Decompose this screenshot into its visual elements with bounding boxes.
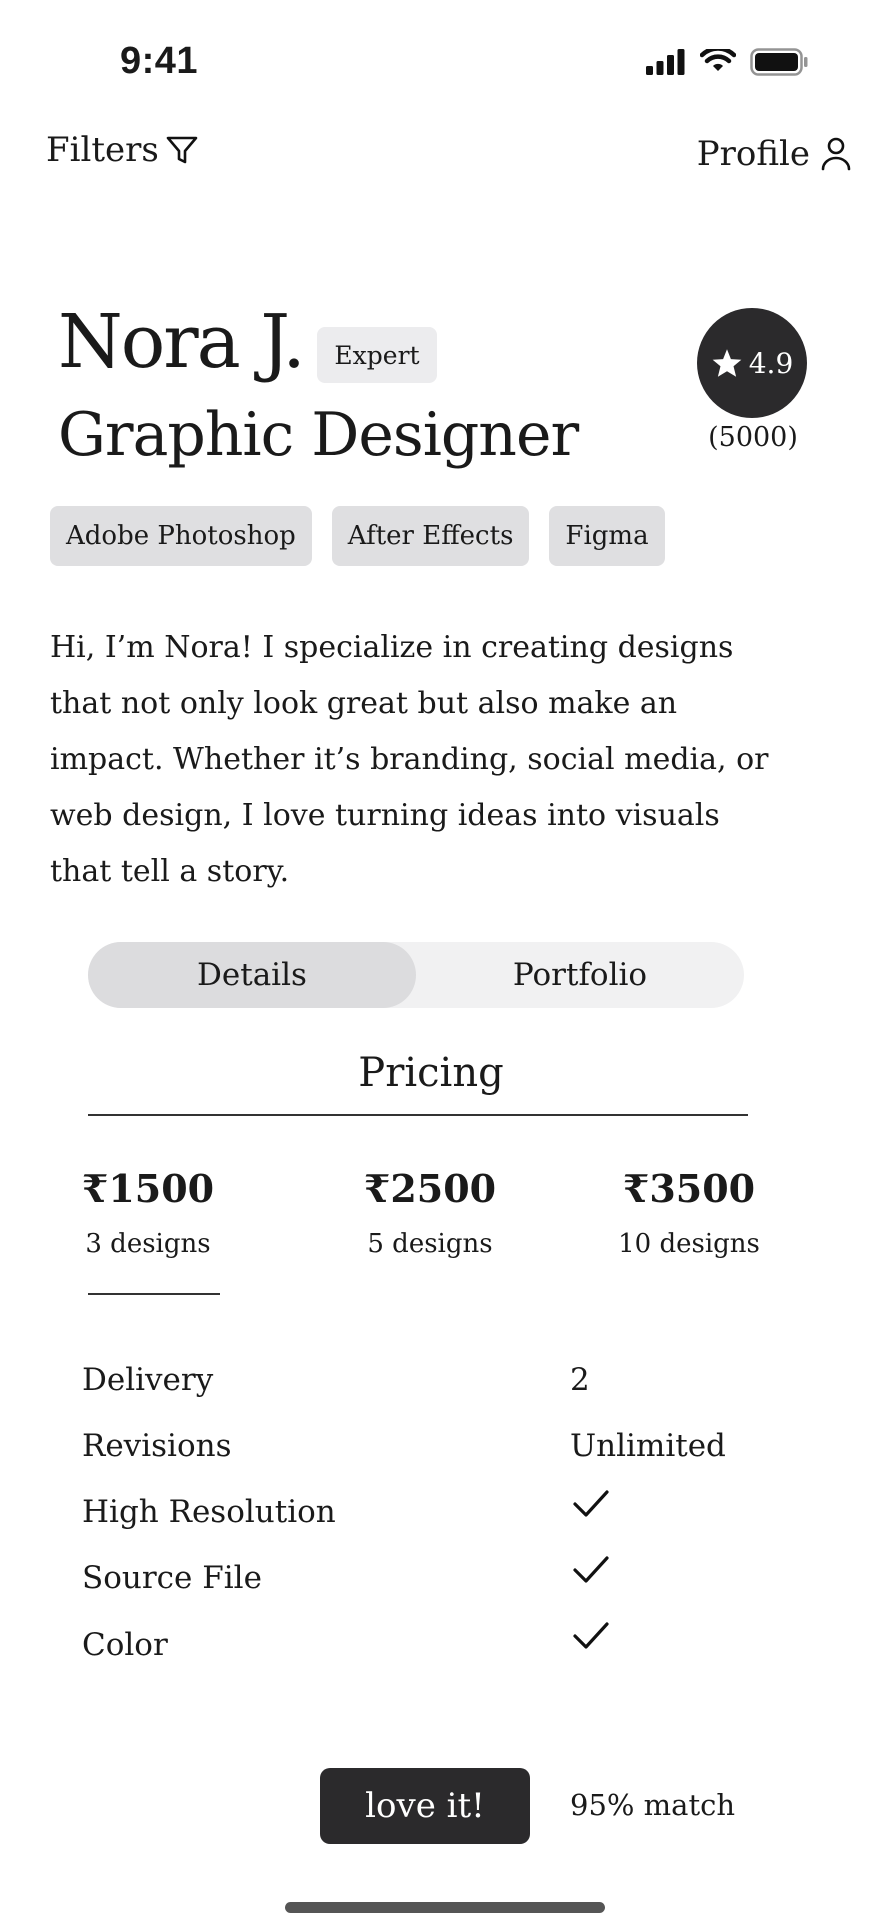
feature-label: High Resolution <box>82 1494 336 1530</box>
skill-chip: After Effects <box>331 506 530 566</box>
feature-label: Delivery <box>82 1362 214 1398</box>
tier-price: ₹3500 <box>622 1166 756 1211</box>
tab-switcher: Details Portfolio <box>88 942 744 1008</box>
rating-count: (5000) <box>708 422 798 453</box>
rating-value: 4.9 <box>748 346 794 380</box>
cellular-signal-icon <box>646 49 685 75</box>
home-indicator[interactable] <box>285 1902 605 1913</box>
feature-label: Color <box>82 1627 168 1663</box>
skills-list: Adobe Photoshop After Effects Figma <box>50 506 665 566</box>
match-percentage: 95% match <box>570 1788 736 1822</box>
filters-button[interactable]: Filters <box>46 130 199 170</box>
pricing-tier-3[interactable]: ₹3500 10 designs <box>609 1166 769 1259</box>
check-icon <box>573 1490 609 1517</box>
battery-icon <box>750 48 808 76</box>
tier-count: 10 designs <box>618 1229 760 1259</box>
skill-chip: Figma <box>549 506 665 566</box>
tier-count: 5 designs <box>367 1229 493 1259</box>
pricing-divider <box>88 1114 748 1116</box>
love-it-button[interactable]: love it! <box>320 1768 530 1844</box>
status-time: 9:41 <box>120 40 199 82</box>
status-icons <box>646 48 808 76</box>
check-icon <box>573 1556 609 1583</box>
filter-icon <box>166 136 198 164</box>
designer-name: Nora J. <box>58 299 306 385</box>
pricing-heading: Pricing <box>358 1050 504 1096</box>
bio-text: Hi, I’m Nora! I specialize in creating d… <box>50 630 769 889</box>
designer-title: Graphic Designer <box>58 400 579 470</box>
feature-value: 2 <box>570 1362 590 1398</box>
pricing-tier-2[interactable]: ₹2500 5 designs <box>350 1166 510 1259</box>
tier-price: ₹1500 <box>81 1166 215 1211</box>
tab-details[interactable]: Details <box>88 942 416 1008</box>
profile-label: Profile <box>696 134 810 174</box>
profile-button[interactable]: Profile <box>697 134 852 174</box>
skill-chip: Adobe Photoshop <box>50 506 312 566</box>
feature-value: Unlimited <box>570 1428 726 1464</box>
user-icon <box>821 137 851 171</box>
feature-label: Source File <box>82 1560 262 1596</box>
tab-portfolio[interactable]: Portfolio <box>416 942 744 1008</box>
star-icon <box>712 349 742 377</box>
check-icon <box>573 1622 609 1649</box>
level-badge: Expert <box>317 327 437 383</box>
tier-count: 3 designs <box>85 1229 211 1259</box>
selected-tier-indicator <box>88 1293 220 1295</box>
feature-label: Revisions <box>82 1428 232 1464</box>
pricing-tier-1[interactable]: ₹1500 3 designs <box>68 1166 228 1259</box>
filters-label: Filters <box>46 130 159 170</box>
wifi-icon <box>700 49 736 71</box>
rating-badge: 4.9 <box>697 308 807 418</box>
tier-price: ₹2500 <box>363 1166 497 1211</box>
